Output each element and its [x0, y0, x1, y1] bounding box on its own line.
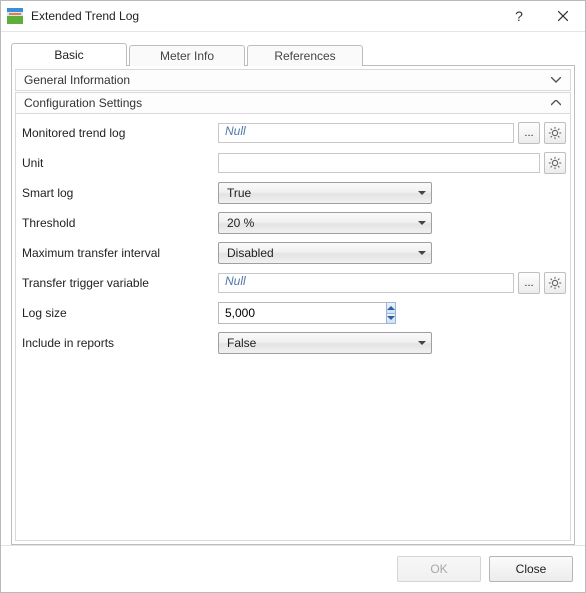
row-smart-log: Smart log True: [20, 182, 566, 204]
chevron-up-icon: [550, 97, 562, 109]
tab-label: References: [274, 49, 335, 63]
settings-button[interactable]: [544, 122, 566, 144]
spinner-down-button[interactable]: [387, 313, 395, 324]
tab-meter-info[interactable]: Meter Info: [129, 45, 245, 66]
gear-icon: [548, 276, 562, 290]
chevron-down-icon: [550, 74, 562, 86]
dropdown-arrow-icon: [413, 333, 431, 353]
tab-bar: Basic Meter Info References: [11, 42, 575, 66]
select-value: 20 %: [227, 216, 413, 230]
title-bar: Extended Trend Log ?: [1, 1, 585, 32]
section-config-header[interactable]: Configuration Settings: [15, 92, 571, 114]
transfer-trigger-input[interactable]: Null: [218, 273, 514, 293]
label-log-size: Log size: [20, 306, 218, 320]
dropdown-arrow-icon: [413, 213, 431, 233]
label-threshold: Threshold: [20, 216, 218, 230]
ellipsis-icon: ...: [524, 277, 533, 289]
browse-button[interactable]: ...: [518, 272, 540, 294]
select-value: True: [227, 186, 413, 200]
window-title: Extended Trend Log: [31, 9, 497, 23]
dialog-footer: OK Close: [1, 545, 585, 592]
max-interval-select[interactable]: Disabled: [218, 242, 432, 264]
spinner-buttons: [386, 302, 396, 324]
app-icon: [7, 8, 23, 24]
row-include-in-reports: Include in reports False: [20, 332, 566, 354]
monitored-trend-log-input[interactable]: Null: [218, 123, 514, 143]
select-value: Disabled: [227, 246, 413, 260]
gear-icon: [548, 156, 562, 170]
label-trigger: Transfer trigger variable: [20, 276, 218, 290]
label-monitored: Monitored trend log: [20, 126, 218, 140]
button-label: OK: [430, 562, 447, 576]
tab-label: Basic: [54, 48, 83, 62]
close-icon: [558, 11, 568, 21]
dropdown-arrow-icon: [413, 183, 431, 203]
label-max-interval: Maximum transfer interval: [20, 246, 218, 260]
log-size-input[interactable]: [218, 302, 386, 324]
gear-icon: [548, 126, 562, 140]
section-title: General Information: [24, 73, 550, 87]
section-general-header[interactable]: General Information: [15, 69, 571, 91]
help-button[interactable]: ?: [497, 1, 541, 31]
config-form: Monitored trend log Null ...: [15, 114, 571, 541]
content-area: Basic Meter Info References General Info…: [1, 32, 585, 545]
row-max-transfer-interval: Maximum transfer interval Disabled: [20, 242, 566, 264]
label-include-reports: Include in reports: [20, 336, 218, 350]
input-value: Null: [225, 274, 246, 288]
unit-input[interactable]: [218, 153, 540, 173]
close-button[interactable]: Close: [489, 556, 573, 582]
tab-label: Meter Info: [160, 49, 214, 63]
spinner-up-button[interactable]: [387, 303, 395, 313]
dialog-window: Extended Trend Log ? Basic Meter Info Re…: [0, 0, 586, 593]
arrow-down-icon: [387, 316, 395, 320]
tab-references[interactable]: References: [247, 45, 363, 66]
row-unit: Unit: [20, 152, 566, 174]
tab-panel: General Information Configuration Settin…: [11, 65, 575, 545]
tab-basic[interactable]: Basic: [11, 43, 127, 66]
ellipsis-icon: ...: [524, 127, 533, 139]
settings-button[interactable]: [544, 272, 566, 294]
row-threshold: Threshold 20 %: [20, 212, 566, 234]
button-label: Close: [516, 562, 547, 576]
row-transfer-trigger: Transfer trigger variable Null ...: [20, 272, 566, 294]
row-monitored-trend-log: Monitored trend log Null ...: [20, 122, 566, 144]
label-smart-log: Smart log: [20, 186, 218, 200]
threshold-select[interactable]: 20 %: [218, 212, 432, 234]
browse-button[interactable]: ...: [518, 122, 540, 144]
dropdown-arrow-icon: [413, 243, 431, 263]
close-window-button[interactable]: [541, 1, 585, 31]
label-unit: Unit: [20, 156, 218, 170]
smart-log-select[interactable]: True: [218, 182, 432, 204]
settings-button[interactable]: [544, 152, 566, 174]
log-size-spinner[interactable]: [218, 302, 296, 324]
include-reports-select[interactable]: False: [218, 332, 432, 354]
select-value: False: [227, 336, 413, 350]
section-title: Configuration Settings: [24, 96, 550, 110]
input-value: Null: [225, 124, 246, 138]
row-log-size: Log size: [20, 302, 566, 324]
help-icon: ?: [515, 8, 523, 24]
ok-button: OK: [397, 556, 481, 582]
arrow-up-icon: [387, 306, 395, 310]
